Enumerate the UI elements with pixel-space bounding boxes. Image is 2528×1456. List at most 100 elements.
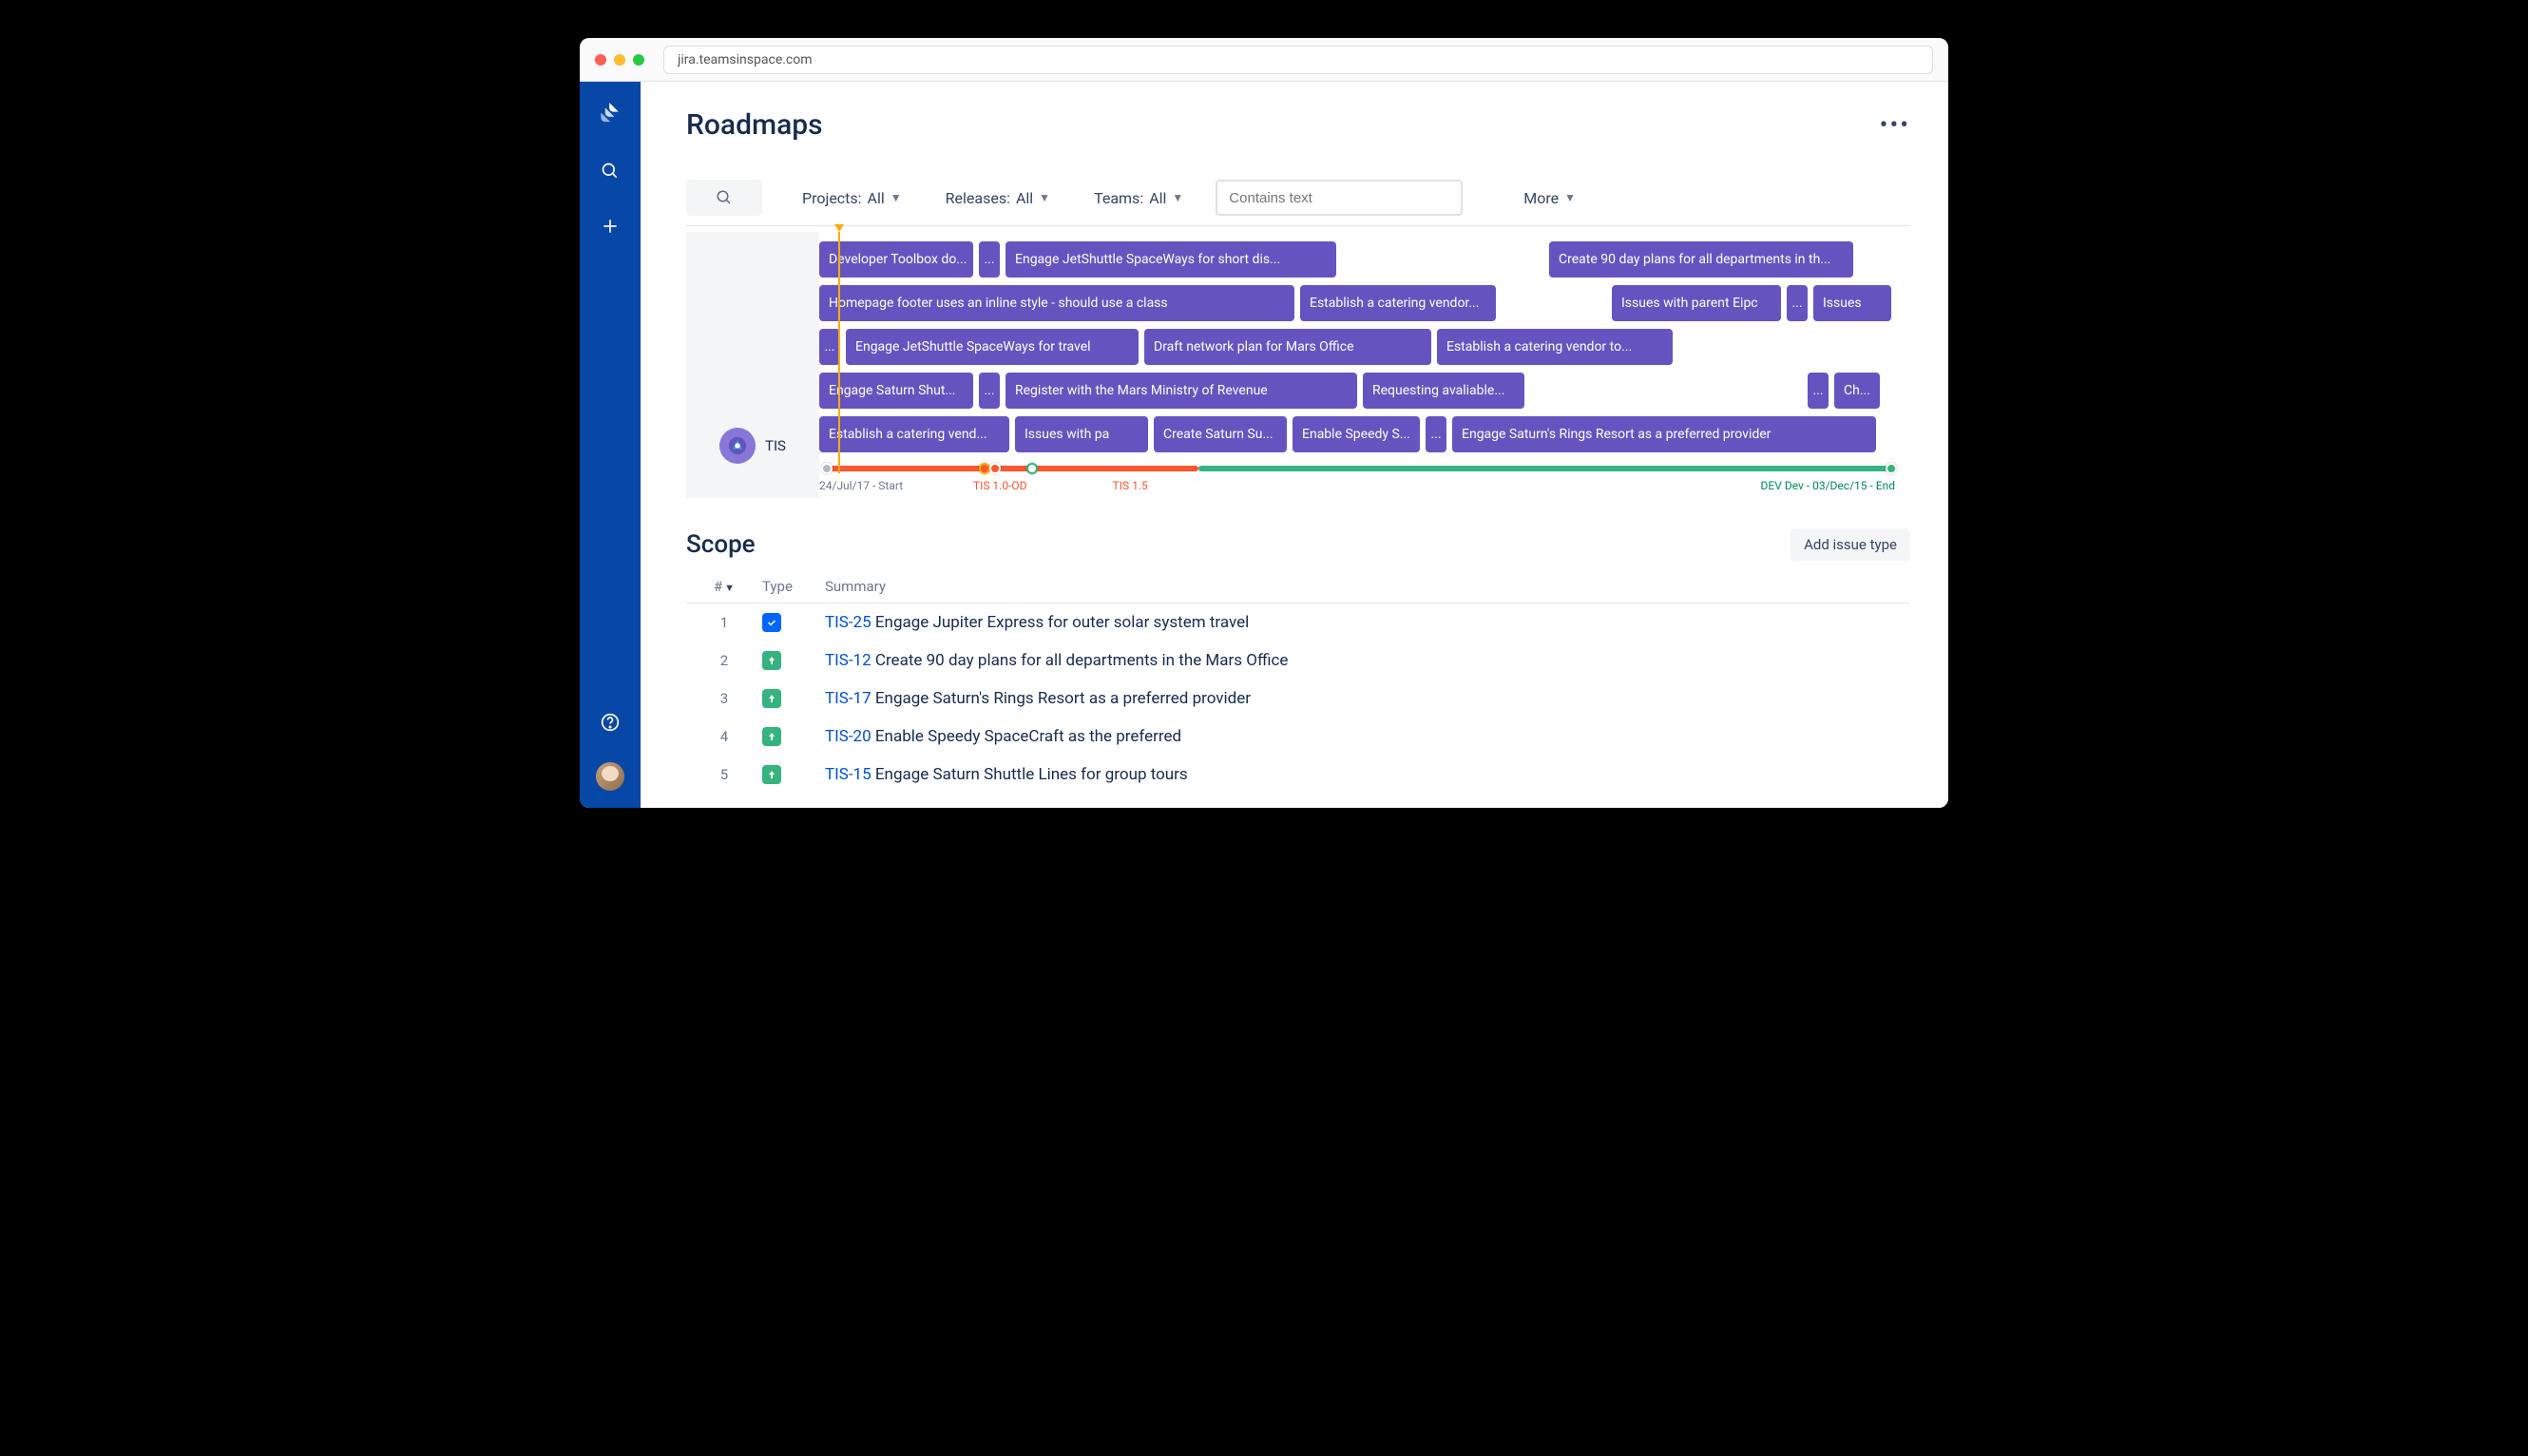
scope-row-summary[interactable]: TIS-17 Engage Saturn's Rings Resort as a…	[825, 689, 1910, 708]
timeline-card[interactable]: Create Saturn Su...	[1154, 416, 1287, 452]
close-window-icon[interactable]	[595, 54, 606, 66]
timeline-card[interactable]: Homepage footer uses an inline style - s…	[819, 285, 1294, 321]
today-indicator	[838, 232, 840, 473]
timeline-card[interactable]: ...	[819, 329, 840, 365]
help-icon[interactable]	[595, 707, 625, 738]
scope-row-summary[interactable]: TIS-25 Engage Jupiter Express for outer …	[825, 613, 1910, 632]
timeline-card[interactable]: ...	[1808, 373, 1829, 409]
improvement-icon	[762, 689, 781, 708]
timeline-card[interactable]: Engage JetShuttle SpaceWays for travel	[846, 329, 1139, 365]
global-sidebar	[580, 82, 641, 808]
create-icon[interactable]	[595, 211, 625, 241]
timeline-card[interactable]: Engage JetShuttle SpaceWays for short di…	[1005, 241, 1336, 278]
timeline-card[interactable]: Developer Toolbox do...	[819, 241, 973, 278]
axis-start-label: 24/Jul/17 - Start	[819, 479, 903, 492]
timeline-card[interactable]: ...	[1426, 416, 1446, 452]
issue-summary-text: Enable Speedy SpaceCraft as the preferre…	[875, 727, 1181, 746]
user-avatar[interactable]	[596, 762, 624, 791]
issue-key-link[interactable]: TIS-17	[825, 689, 875, 708]
url-text: jira.teamsinspace.com	[678, 52, 813, 67]
timeline-card[interactable]: Engage Saturn's Rings Resort as a prefer…	[1452, 416, 1876, 452]
filter-projects[interactable]: Projects: All ▼	[791, 180, 913, 216]
timeline-card[interactable]: ...	[979, 373, 1000, 409]
scope-row-type	[762, 651, 825, 670]
timeline-card[interactable]: Ch...	[1834, 373, 1880, 409]
filter-projects-value: All	[868, 189, 885, 207]
scope-row-summary[interactable]: TIS-12 Create 90 day plans for all depar…	[825, 651, 1910, 670]
chevron-down-icon: ▼	[1172, 191, 1183, 204]
scope-row-type	[762, 765, 825, 784]
timeline-side: TIS	[686, 232, 819, 498]
scope-row[interactable]: 5 TIS-15 Engage Saturn Shuttle Lines for …	[686, 756, 1910, 794]
scope-row-summary[interactable]: TIS-20 Enable Speedy SpaceCraft as the p…	[825, 727, 1910, 746]
filter-more[interactable]: More ▼	[1512, 180, 1587, 216]
text-filter-input[interactable]	[1216, 180, 1463, 216]
issue-key-link[interactable]: TIS-12	[825, 651, 875, 670]
scope-row[interactable]: 3 TIS-17 Engage Saturn's Rings Resort as …	[686, 680, 1910, 718]
timeline-card[interactable]: Establish a catering vendor to...	[1437, 329, 1673, 365]
issue-key-link[interactable]: TIS-25	[825, 613, 875, 632]
scope-row-number: 5	[686, 766, 762, 783]
search-icon[interactable]	[595, 156, 625, 186]
issue-summary-text: Engage Saturn's Rings Resort as a prefer…	[875, 689, 1251, 708]
jira-logo-icon[interactable]	[595, 101, 625, 131]
timeline-row: Engage Saturn Shut......Register with th…	[819, 373, 1901, 409]
timeline-card[interactable]: Engage Saturn Shut...	[819, 373, 973, 409]
timeline-card[interactable]: ...	[1787, 285, 1808, 321]
page-more-actions[interactable]: •••	[1880, 111, 1910, 140]
window-controls	[595, 54, 644, 66]
timeline-rows: Developer Toolbox do......Engage JetShut…	[819, 232, 1910, 498]
scope-row-number: 4	[686, 728, 762, 745]
maximize-window-icon[interactable]	[633, 54, 644, 66]
issue-key-link[interactable]: TIS-20	[825, 727, 875, 746]
col-num-header[interactable]: #▼	[686, 578, 762, 595]
page-title: Roadmaps	[686, 108, 823, 142]
scope-row-summary[interactable]: TIS-15 Engage Saturn Shuttle Lines for g…	[825, 765, 1910, 784]
minimize-window-icon[interactable]	[614, 54, 625, 66]
issue-key-link[interactable]: TIS-15	[825, 765, 875, 784]
task-icon	[762, 613, 781, 632]
scope-section: Scope Add issue type #▼ Type Summary 1TI…	[686, 528, 1910, 794]
timeline-card[interactable]: ...	[979, 241, 1000, 278]
timeline-gap	[1530, 373, 1802, 409]
timeline-card[interactable]: Register with the Mars Ministry of Reven…	[1005, 373, 1357, 409]
timeline-card[interactable]: Issues	[1813, 285, 1891, 321]
timeline-row: Establish a catering vend...Issues with …	[819, 416, 1901, 452]
timeline-card[interactable]: Issues with parent Eipc	[1612, 285, 1781, 321]
timeline-card[interactable]: Create 90 day plans for all departments …	[1549, 241, 1853, 278]
timeline-card[interactable]: Establish a catering vend...	[819, 416, 1009, 452]
timeline-card[interactable]: Requesting avaliable...	[1363, 373, 1524, 409]
col-type-header[interactable]: Type	[762, 578, 825, 595]
timeline-row: Developer Toolbox do......Engage JetShut…	[819, 241, 1901, 278]
chevron-down-icon: ▼	[1039, 191, 1050, 204]
issue-summary-text: Engage Saturn Shuttle Lines for group to…	[875, 765, 1188, 784]
scope-row[interactable]: 1 TIS-25 Engage Jupiter Express for outer…	[686, 603, 1910, 642]
search-button[interactable]	[686, 180, 762, 216]
timeline-card[interactable]: Draft network plan for Mars Office	[1144, 329, 1431, 365]
team-row[interactable]: TIS	[719, 428, 786, 464]
improvement-icon	[762, 727, 781, 746]
scope-table-header: #▼ Type Summary	[686, 578, 1910, 603]
timeline-row: Homepage footer uses an inline style - s…	[819, 285, 1901, 321]
chevron-down-icon: ▼	[724, 582, 735, 594]
improvement-icon	[762, 765, 781, 784]
timeline-card[interactable]: Establish a catering vendor...	[1300, 285, 1496, 321]
chevron-down-icon: ▼	[891, 191, 902, 204]
timeline-card[interactable]: Enable Speedy S...	[1293, 416, 1420, 452]
scope-row-number: 2	[686, 652, 762, 669]
scope-row[interactable]: 4 TIS-20 Enable Speedy SpaceCraft as the …	[686, 718, 1910, 756]
filter-bar: Projects: All ▼ Releases: All ▼ Teams: A…	[686, 180, 1910, 226]
improvement-icon	[762, 651, 781, 670]
scope-row[interactable]: 2 TIS-12 Create 90 day plans for all depa…	[686, 642, 1910, 680]
add-issue-type-button[interactable]: Add issue type	[1791, 528, 1910, 561]
url-bar[interactable]: jira.teamsinspace.com	[663, 46, 1933, 74]
filter-teams[interactable]: Teams: All ▼	[1082, 180, 1195, 216]
scope-row-number: 1	[686, 614, 762, 631]
timeline-card[interactable]: Issues with pa	[1015, 416, 1148, 452]
filter-releases-value: All	[1016, 189, 1033, 207]
team-avatar-icon	[719, 428, 756, 464]
scope-row-number: 3	[686, 690, 762, 707]
filter-releases[interactable]: Releases: All ▼	[934, 180, 1062, 216]
col-summary-header[interactable]: Summary	[825, 578, 1910, 595]
timeline-gap	[1502, 285, 1606, 321]
